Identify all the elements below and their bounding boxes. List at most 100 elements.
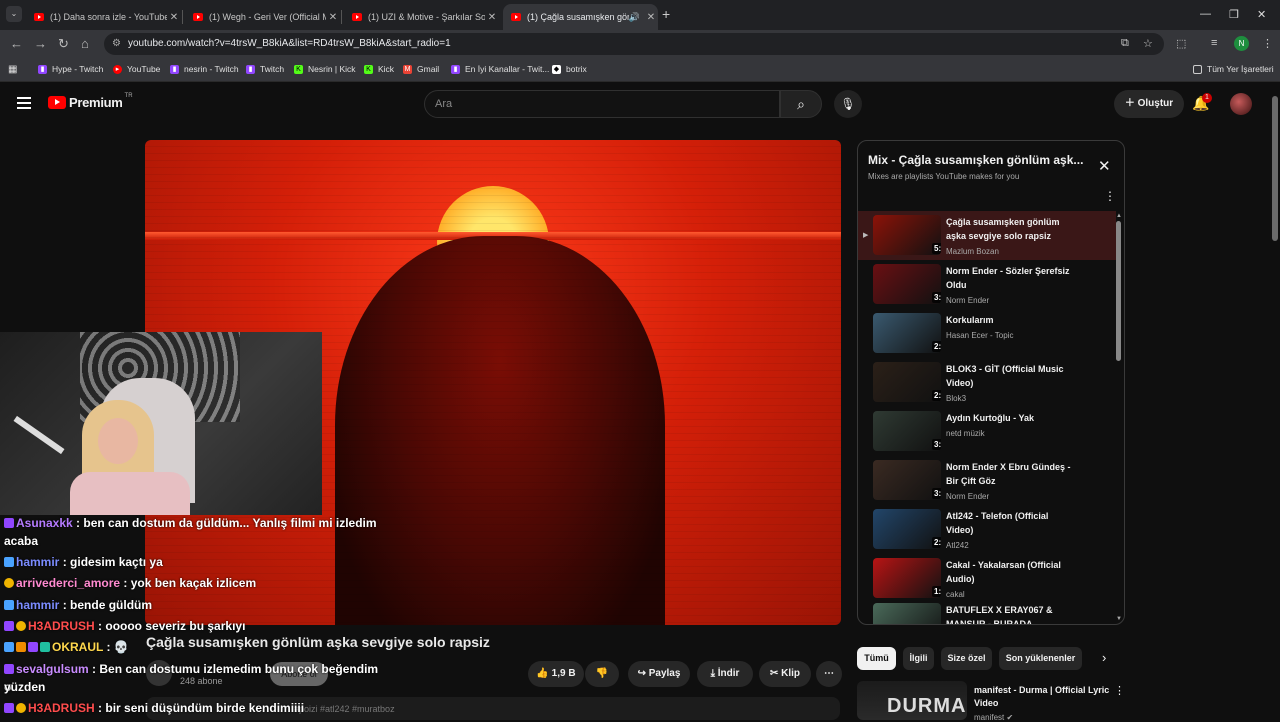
install-app-icon[interactable]: ⧉ — [1121, 37, 1129, 50]
dislike-button[interactable]: 👎 — [585, 661, 619, 687]
playlist-item[interactable]: 2:36 Korkularım Hasan Ecer - Topic — [858, 309, 1116, 358]
audio-playing-icon[interactable]: 🔊 — [629, 12, 640, 23]
extensions-icon[interactable]: ⬚ — [1176, 37, 1186, 50]
media-control-icon[interactable]: ≡ — [1211, 37, 1217, 49]
playlist-item[interactable]: 3:24 Norm Ender - Sözler Şerefsiz Oldu Nor… — [858, 260, 1116, 309]
recommendation-title[interactable]: manifest - Durma | Official Lyric Video — [974, 684, 1114, 710]
playlist-item[interactable]: 2:39 BLOK3 - GİT (Official Music Video) Bl… — [858, 358, 1116, 407]
playlist-thumbnail: 3:27 — [873, 411, 941, 451]
close-tab-icon[interactable]: ✕ — [326, 12, 340, 23]
chat-message-continuation: yüzden — [4, 678, 45, 696]
download-icon: ⤓ — [710, 668, 715, 679]
bookmark-item[interactable]: ▸ YouTube — [113, 64, 160, 74]
browser-menu-icon[interactable]: ⋮ — [1262, 37, 1273, 50]
browser-tab[interactable]: (1) UZI & Motive - Şarkılar Soka ✕ — [344, 4, 499, 30]
playlist-item[interactable]: 2:56 Atl242 - Telefon (Official Video) Atl… — [858, 505, 1116, 554]
close-window-button[interactable]: ✕ — [1257, 8, 1266, 21]
search-icon[interactable]: ⌕ — [780, 90, 822, 118]
recommendation-more-icon[interactable]: ⋮ — [1114, 684, 1125, 697]
youtube-favicon-icon — [511, 13, 521, 21]
download-button[interactable]: ⤓ İndir — [697, 661, 753, 687]
bookmark-item[interactable]: ◆ botrix — [552, 64, 587, 74]
tab-title: (1) UZI & Motive - Şarkılar Soka — [368, 12, 485, 22]
tab-title: (1) Daha sonra izle - YouTube — [50, 12, 167, 22]
close-tab-icon[interactable]: ✕ — [485, 12, 499, 23]
recommendation-channel[interactable]: manifest ✔ — [974, 713, 1013, 722]
playlist-item[interactable]: BATUFLEX X ERAY067 & MANSUR - BURADA... — [858, 599, 1116, 624]
like-button[interactable]: 👍 1,9 B — [528, 661, 584, 687]
address-bar[interactable]: ⚙ youtube.com/watch?v=4trsW_B8kiA&list=R… — [104, 33, 1164, 55]
chip-related[interactable]: İlgili — [903, 647, 934, 670]
close-tab-icon[interactable]: ✕ — [167, 12, 181, 23]
clip-button[interactable]: ✂ Klip — [759, 661, 811, 687]
chat-username: hammir — [16, 598, 60, 612]
new-tab-button[interactable]: + — [662, 6, 670, 22]
bookmark-item[interactable]: K Kick — [364, 64, 394, 74]
site-info-icon[interactable]: ⚙ — [112, 33, 121, 55]
notification-badge: 1 — [1202, 93, 1212, 103]
playlist-scrollbar[interactable] — [1116, 221, 1121, 361]
bookmark-item[interactable]: ▮ nesrin - Twitch — [170, 64, 239, 74]
youtube-favicon-icon — [352, 13, 362, 21]
duration-badge: 1:59 — [932, 586, 941, 597]
playlist-item-title: Korkularım — [946, 315, 994, 325]
bookmark-item[interactable]: ▮ En İyi Kanallar - Twit... — [451, 64, 549, 74]
browser-tab-active[interactable]: (1) Çağla susamışken gönlü 🔊 ✕ — [503, 4, 658, 30]
chip-for-you[interactable]: Size özel — [941, 647, 992, 670]
page-scrollbar[interactable] — [1272, 96, 1278, 241]
chat-badge-icon — [4, 518, 14, 528]
playlist-thumbnail: 2:36 — [873, 313, 941, 353]
playlist-item[interactable]: 3:27 Aydın Kurtoğlu - Yak netd müzik — [858, 407, 1116, 456]
scroll-down-arrow-icon[interactable]: ▼ — [1116, 616, 1122, 622]
bookmark-item[interactable]: ▮ Twitch — [246, 64, 284, 74]
recommendation-thumbnail[interactable]: DURMA — [857, 681, 967, 720]
bookmark-item[interactable]: K Nesrin | Kick — [294, 64, 356, 74]
close-tab-icon[interactable]: ✕ — [644, 12, 658, 23]
playlist-item[interactable]: 3:27 Norm Ender X Ebru Gündeş - Bir Çift … — [858, 456, 1116, 505]
chip-all[interactable]: Tümü — [857, 647, 896, 670]
scroll-up-arrow-icon[interactable]: ▲ — [1116, 213, 1122, 219]
playlist-item-channel: Mazlum Bozan — [946, 247, 999, 256]
bookmark-item[interactable]: ▮ Hype - Twitch — [38, 64, 103, 74]
share-button[interactable]: ↪ Paylaş — [628, 661, 690, 687]
thumbnail-text: DURMA — [887, 695, 967, 717]
browser-tab[interactable]: (1) Daha sonra izle - YouTube ✕ — [26, 4, 183, 30]
restore-button[interactable]: ❐ — [1229, 8, 1239, 21]
forward-button[interactable]: → — [34, 36, 47, 51]
playlist-title[interactable]: Mix - Çağla susamışken gönlüm aşk... — [868, 153, 1088, 167]
reload-button[interactable]: ↻ — [58, 36, 69, 52]
bookmark-item[interactable]: M Gmail — [403, 64, 439, 74]
playlist-item-channel: Atl242 — [946, 541, 969, 550]
chat-badge-icon — [4, 664, 14, 674]
apps-grid-icon[interactable]: ▦ — [8, 64, 17, 75]
youtube-play-logo-icon — [48, 96, 66, 109]
minimize-button[interactable]: — — [1200, 8, 1211, 20]
bookmark-star-icon[interactable]: ☆ — [1143, 37, 1153, 50]
chat-username: arrivederci_amore — [16, 576, 121, 590]
microphone-icon[interactable]: 🎙 — [834, 90, 862, 118]
bookmark-label: Kick — [378, 64, 395, 74]
search-input[interactable]: Ara — [424, 90, 780, 118]
playlist-thumbnail — [873, 603, 941, 624]
profile-avatar[interactable]: N — [1234, 36, 1249, 51]
playlist-thumbnail: 3:27 — [873, 460, 941, 500]
account-avatar[interactable] — [1230, 93, 1252, 115]
bookmark-label: Hype - Twitch — [52, 64, 104, 74]
home-button[interactable]: ⌂ — [81, 36, 89, 51]
menu-icon[interactable] — [17, 97, 31, 112]
chevron-right-icon[interactable]: › — [1102, 650, 1106, 665]
playlist-item-current[interactable]: ▶ 5:23 Çağla susamışken gönlüm aşka sevgiy… — [858, 211, 1116, 260]
tab-search-button[interactable]: ⌄ — [6, 6, 22, 22]
browser-tab[interactable]: (1) Wegh - Geri Ver (Official Mu ✕ — [185, 4, 342, 30]
chat-badge-icon — [16, 703, 26, 713]
close-icon[interactable]: ✕ — [1098, 157, 1111, 175]
create-button[interactable]: ＋ Oluştur — [1114, 90, 1184, 118]
chip-recently-uploaded[interactable]: Son yüklenenler — [999, 647, 1082, 670]
back-button[interactable]: ← — [10, 36, 23, 51]
verified-icon: ✔ — [1006, 713, 1014, 722]
playlist-item[interactable]: 1:59 Cakal - Yakalarsan (Official Audio) c… — [858, 554, 1116, 603]
more-actions-icon[interactable]: ⋯ — [816, 661, 842, 687]
playlist-more-icon[interactable]: ⋮ — [1104, 189, 1116, 203]
youtube-premium-logo[interactable]: Premium TR — [48, 93, 133, 110]
all-bookmarks-folder[interactable]: Tüm Yer İşaretleri — [1193, 64, 1274, 74]
